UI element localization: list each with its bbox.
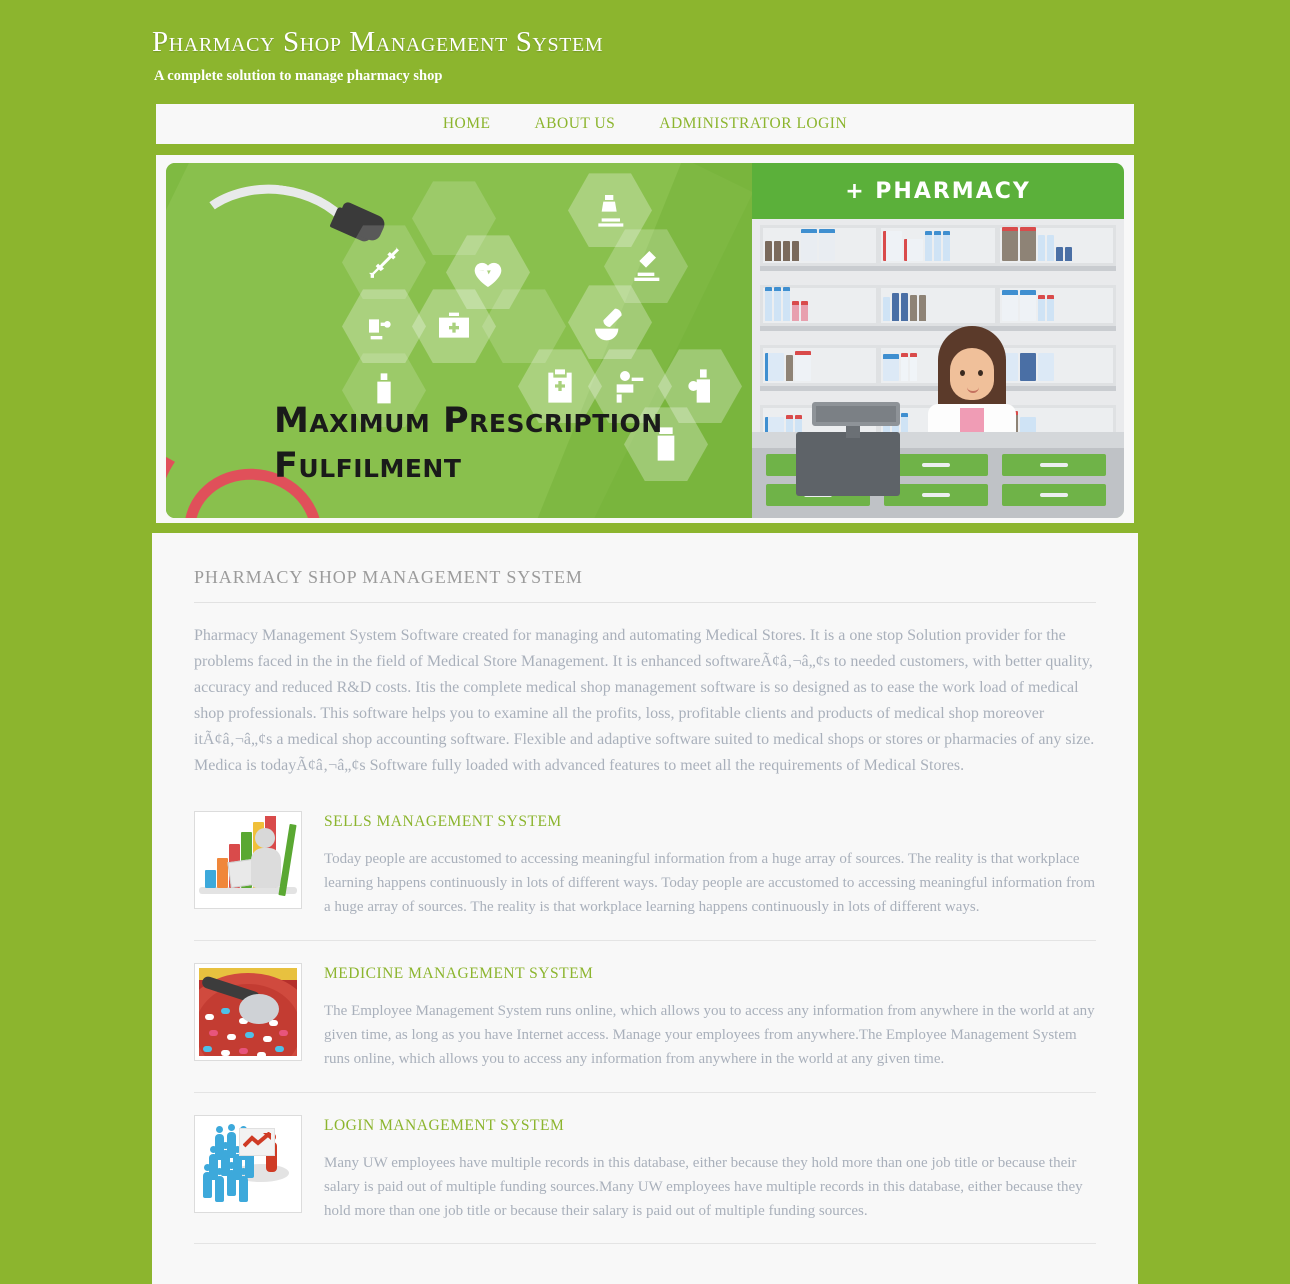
shelf-row-2 xyxy=(760,285,1116,332)
shelf-bay xyxy=(999,227,1113,264)
section-heading: PHARMACY SHOP MANAGEMENT SYSTEM xyxy=(194,567,583,588)
feature-thumbnail-bar-chart-figure xyxy=(194,810,302,909)
pharmacist-face xyxy=(950,348,994,401)
feature-item-login-management: LOGIN MANAGEMENT SYSTEM Many UW employee… xyxy=(194,1093,1096,1245)
banner-headline: Maximum Prescription Fulfilment xyxy=(274,399,663,489)
site-header: Pharmacy Shop Management System A comple… xyxy=(0,0,1290,85)
pharmacist-mouth xyxy=(967,386,979,394)
nav-item-administrator-login[interactable]: ADMINISTRATOR LOGIN xyxy=(637,115,869,133)
cash-register-icon xyxy=(796,402,900,497)
counter-drawer xyxy=(1002,484,1106,507)
content-card: PHARMACY SHOP MANAGEMENT SYSTEM Pharmacy… xyxy=(152,533,1138,1284)
heading-divider xyxy=(194,602,1096,604)
page-root: Pharmacy Shop Management System A comple… xyxy=(0,0,1290,1284)
feature-title: MEDICINE MANAGEMENT SYSTEM xyxy=(324,964,594,982)
main-navigation: HOME ABOUT US ADMINISTRATOR LOGIN xyxy=(156,104,1134,148)
feature-title: LOGIN MANAGEMENT SYSTEM xyxy=(324,1116,565,1134)
shelf-bay xyxy=(881,228,995,264)
feature-item-medicine-management: MEDICINE MANAGEMENT SYSTEM The Employee … xyxy=(194,941,1096,1093)
intro-paragraph: Pharmacy Management System Software crea… xyxy=(194,627,1095,774)
pharmacy-shop-illustration: + PHARMACY xyxy=(752,163,1124,519)
feature-text: Today people are accustomed to accessing… xyxy=(324,850,1096,916)
site-tagline: A complete solution to manage pharmacy s… xyxy=(154,68,443,85)
nav-item-about-us[interactable]: ABOUT US xyxy=(512,115,637,133)
syringe-icon xyxy=(342,225,426,300)
shelf-bay xyxy=(763,287,877,324)
feature-thumbnail-spoon-of-pills xyxy=(194,962,302,1061)
pharmacy-sign-label: + PHARMACY xyxy=(752,163,1124,220)
growth-arrow-icon xyxy=(243,1131,272,1147)
counter-drawer xyxy=(1002,454,1106,477)
shelf-bay xyxy=(881,288,995,324)
nav-item-home[interactable]: HOME xyxy=(421,115,513,133)
banner-container: Maximum Prescription Fulfilment + PHARMA… xyxy=(156,155,1134,524)
shelf-row-1 xyxy=(760,225,1116,272)
banner-headline-line-2: Fulfilment xyxy=(274,446,462,487)
banner-headline-line-1: Maximum Prescription xyxy=(274,401,663,442)
feature-item-sells-management: SELLS MANAGEMENT SYSTEM Today people are… xyxy=(194,789,1096,941)
page-title: Pharmacy Shop Management System xyxy=(152,26,604,58)
shelf-bay xyxy=(999,288,1113,324)
feature-text: The Employee Management System runs onli… xyxy=(324,1002,1095,1068)
feature-title: SELLS MANAGEMENT SYSTEM xyxy=(324,812,562,830)
feature-thumbnail-crowd-podium xyxy=(194,1114,302,1213)
pharmacist-eye-left xyxy=(960,370,965,377)
hero-banner-image: Maximum Prescription Fulfilment + PHARMA… xyxy=(166,163,1124,519)
shelf-bay xyxy=(763,348,877,384)
pharmacist-eye-right xyxy=(978,370,983,377)
register-display xyxy=(812,402,900,427)
banner-illustration-left: Maximum Prescription Fulfilment xyxy=(166,163,764,519)
register-stem xyxy=(846,424,860,439)
shelf-bay xyxy=(763,228,877,264)
